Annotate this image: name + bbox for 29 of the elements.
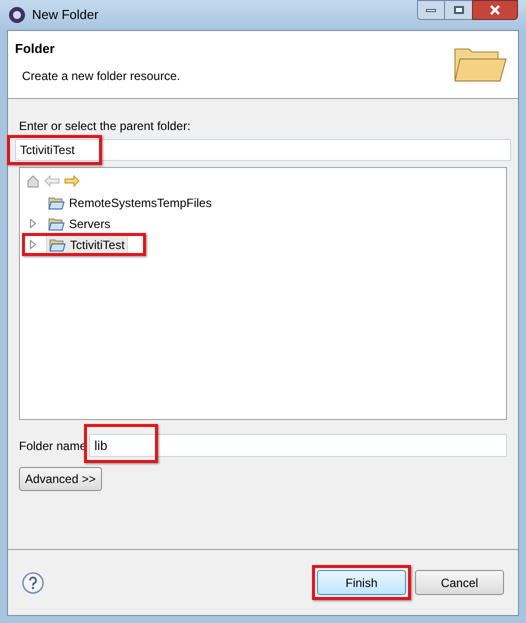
advanced-button[interactable]: Advanced >> bbox=[19, 467, 102, 491]
tree-item-label: Servers bbox=[69, 216, 110, 232]
tree-item-label: TctivitiTest bbox=[70, 236, 125, 254]
expand-arrow-icon[interactable] bbox=[30, 219, 36, 228]
help-icon[interactable] bbox=[22, 572, 44, 594]
tree-item[interactable]: Servers bbox=[46, 214, 112, 233]
window-title: New Folder bbox=[32, 6, 98, 24]
dialog-button[interactable]: Finish bbox=[317, 570, 406, 595]
parent-folder-label: Enter or select the parent folder: bbox=[19, 118, 192, 135]
field-value: TctivitiTest bbox=[20, 142, 75, 159]
home-icon[interactable] bbox=[26, 174, 40, 188]
folder-icon bbox=[48, 196, 65, 210]
tree-item-label: RemoteSystemsTempFiles bbox=[69, 194, 212, 212]
back-arrow-icon[interactable] bbox=[44, 175, 60, 187]
folder-icon bbox=[48, 216, 65, 230]
close-button[interactable] bbox=[472, 0, 518, 20]
header-description: Create a new folder resource. bbox=[22, 68, 182, 84]
tree-item[interactable]: RemoteSystemsTempFiles bbox=[46, 193, 214, 212]
close-icon bbox=[490, 5, 500, 15]
parent-folder-field[interactable]: TctivitiTest bbox=[15, 139, 511, 161]
minimize-button[interactable] bbox=[417, 0, 445, 20]
header-title: Folder bbox=[15, 40, 56, 58]
folder-name-field[interactable]: lib bbox=[89, 434, 507, 457]
forward-arrow-icon[interactable] bbox=[64, 175, 80, 187]
maximize-button[interactable] bbox=[445, 0, 472, 20]
expand-arrow-icon[interactable] bbox=[30, 240, 36, 249]
app-icon bbox=[8, 6, 26, 24]
dialog-button[interactable]: Cancel bbox=[415, 570, 504, 595]
folder-icon bbox=[49, 238, 66, 252]
